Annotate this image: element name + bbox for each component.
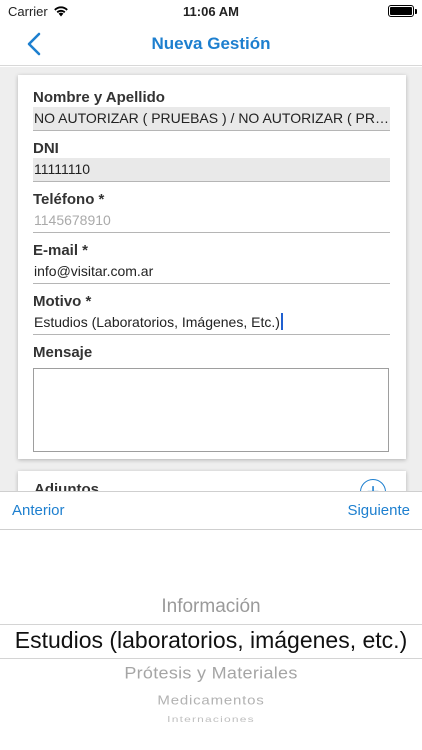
motivo-value: Estudios (Laboratorios, Imágenes, Etc.) — [34, 314, 280, 330]
picker-option-selected[interactable]: Estudios (laboratorios, imágenes, etc.) — [0, 627, 422, 654]
picker-selection-top-line — [0, 624, 422, 625]
picker-fade — [0, 724, 422, 750]
attachments-label: Adjuntos — [34, 481, 99, 491]
attachments-card: Adjuntos + — [18, 471, 406, 491]
picker-toolbar: Anterior Siguiente — [0, 491, 422, 530]
picker-option[interactable]: Información — [0, 596, 422, 618]
field-telefono: Teléfono * 1145678910 — [33, 191, 390, 233]
plus-icon: + — [367, 481, 380, 492]
email-label: E-mail * — [33, 242, 89, 259]
text-cursor — [280, 313, 283, 330]
field-email: E-mail * info@visitar.com.ar — [33, 242, 390, 284]
field-dni: DNI 11111110 — [33, 140, 390, 182]
page-title: Nueva Gestión — [151, 33, 271, 53]
status-left: Carrier — [8, 4, 69, 19]
picker-option[interactable]: Internaciones — [0, 714, 422, 724]
picker-option[interactable]: Medicamentos — [0, 693, 422, 707]
email-input[interactable]: info@visitar.com.ar — [33, 260, 390, 284]
form-content[interactable]: Nombre y Apellido NO AUTORIZAR ( PRUEBAS… — [0, 67, 422, 491]
field-mensaje: Mensaje — [33, 344, 390, 452]
mensaje-textarea[interactable] — [33, 368, 389, 452]
form-card: Nombre y Apellido NO AUTORIZAR ( PRUEBAS… — [18, 75, 406, 459]
picker-option[interactable]: Prótesis y Materiales — [0, 664, 422, 683]
navigation-bar: Nueva Gestión — [0, 22, 422, 66]
mensaje-label: Mensaje — [33, 344, 93, 361]
field-nombre: Nombre y Apellido NO AUTORIZAR ( PRUEBAS… — [33, 89, 390, 131]
wifi-icon — [53, 5, 69, 17]
status-bar: Carrier 11:06 AM — [0, 0, 422, 22]
motivo-input[interactable]: Estudios (Laboratorios, Imágenes, Etc.) — [33, 311, 390, 335]
field-motivo: Motivo * Estudios (Laboratorios, Imágene… — [33, 293, 390, 335]
motivo-picker[interactable]: Información Estudios (laboratorios, imág… — [0, 530, 422, 750]
next-button[interactable]: Siguiente — [347, 502, 410, 519]
nombre-field: NO AUTORIZAR ( PRUEBAS ) / NO AUTORIZAR … — [33, 107, 390, 131]
dni-field: 11111110 — [33, 158, 390, 182]
dni-label: DNI — [33, 140, 59, 157]
motivo-label: Motivo * — [33, 293, 92, 310]
battery-icon — [388, 5, 417, 17]
carrier-label: Carrier — [8, 3, 48, 19]
picker-selection-bottom-line — [0, 658, 422, 659]
back-button[interactable] — [20, 30, 48, 58]
chevron-left-icon — [27, 32, 41, 56]
previous-button[interactable]: Anterior — [12, 502, 65, 519]
telefono-label: Teléfono * — [33, 191, 105, 208]
telefono-input[interactable]: 1145678910 — [33, 209, 390, 233]
nombre-label: Nombre y Apellido — [33, 89, 165, 106]
